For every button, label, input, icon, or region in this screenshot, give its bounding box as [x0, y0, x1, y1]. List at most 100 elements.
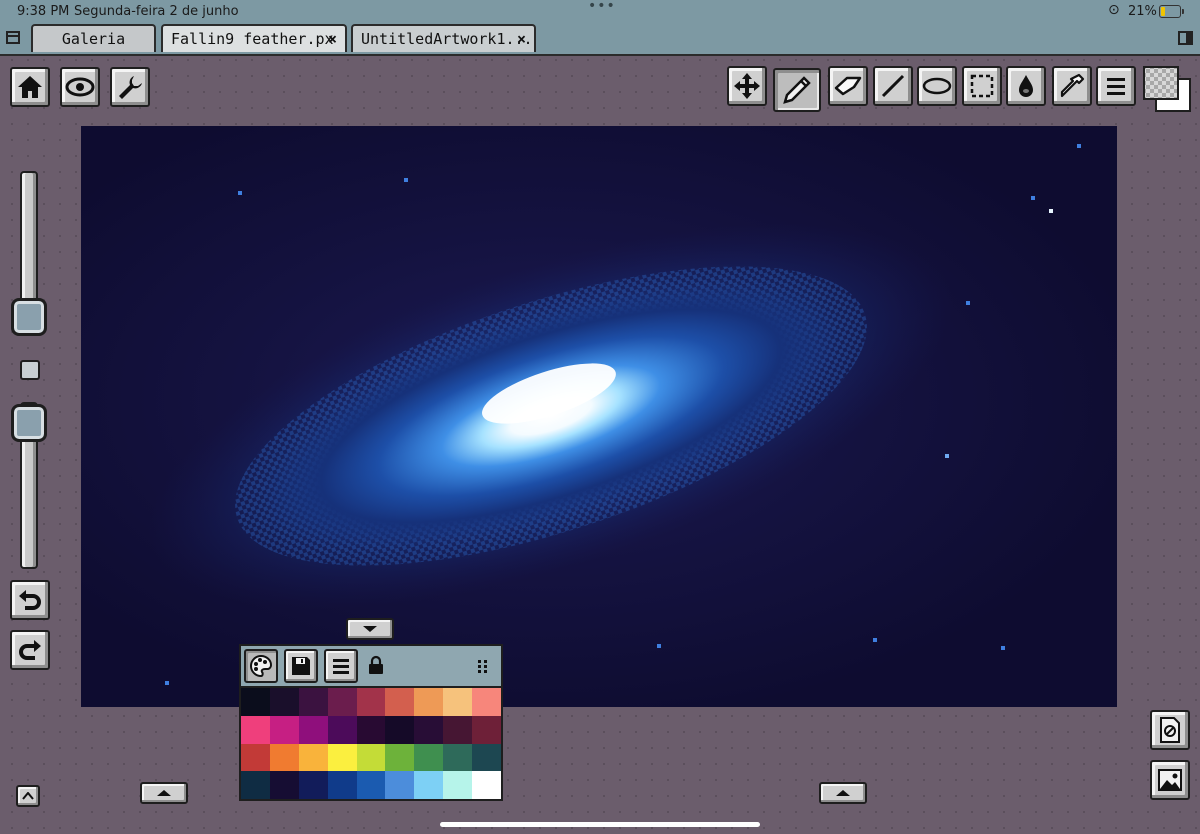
color-swatch[interactable] — [414, 715, 444, 744]
status-bar: 9:38 PM Segunda-feira 2 de junho ••• ⊙ 2… — [0, 0, 1200, 24]
move-tool-button[interactable] — [727, 66, 767, 106]
color-swatch[interactable] — [241, 771, 270, 799]
tab-bar: Galeria Fallin9 feather.px × UntitledArt… — [0, 24, 1200, 56]
color-swatch[interactable] — [472, 743, 501, 772]
drawing-canvas[interactable] — [81, 126, 1117, 707]
image-button[interactable] — [1150, 760, 1190, 800]
grip-icon[interactable] — [477, 659, 489, 673]
color-swatch[interactable] — [298, 715, 328, 744]
color-swatch[interactable] — [269, 688, 299, 716]
fill-tool-button[interactable] — [1006, 66, 1046, 106]
brush-size-slider[interactable] — [20, 171, 38, 311]
home-icon — [18, 76, 42, 98]
palette-select-button[interactable] — [244, 649, 278, 683]
tab-file-falling-feather[interactable]: Fallin9 feather.px × — [161, 24, 347, 52]
palette-menu-button[interactable] — [324, 649, 358, 683]
color-swatch[interactable] — [385, 771, 415, 799]
layers-color-button[interactable] — [1142, 65, 1192, 113]
redo-button[interactable] — [10, 630, 50, 670]
eraser-tool-button[interactable] — [828, 66, 868, 106]
color-swatch[interactable] — [414, 688, 444, 716]
palette-swatch-grid — [241, 686, 501, 799]
multitasking-dots-icon[interactable]: ••• — [588, 0, 616, 14]
color-swatch[interactable] — [414, 743, 444, 772]
color-swatch[interactable] — [269, 715, 299, 744]
lock-icon[interactable] — [368, 655, 384, 675]
star — [1031, 196, 1035, 200]
color-swatch[interactable] — [327, 715, 357, 744]
star — [1049, 209, 1053, 213]
color-swatch[interactable] — [443, 688, 473, 716]
menu-icon — [1107, 78, 1125, 95]
color-swatch[interactable] — [414, 771, 444, 799]
home-button[interactable] — [10, 67, 50, 107]
color-swatch[interactable] — [472, 771, 501, 799]
brush-preview-square[interactable] — [20, 360, 40, 380]
eraser-icon — [834, 76, 862, 96]
status-date: Segunda-feira 2 de junho — [74, 4, 239, 19]
color-swatch[interactable] — [327, 743, 357, 772]
color-swatch[interactable] — [443, 771, 473, 799]
color-swatch[interactable] — [443, 743, 473, 772]
ellipse-icon — [922, 77, 952, 95]
eyedropper-tool-button[interactable] — [1052, 66, 1092, 106]
color-swatch[interactable] — [269, 743, 299, 772]
window-icon[interactable] — [6, 31, 20, 44]
star — [657, 644, 661, 648]
color-swatch[interactable] — [241, 688, 270, 716]
color-swatch[interactable] — [385, 743, 415, 772]
chevron-up-icon — [22, 792, 34, 800]
color-swatch[interactable] — [298, 743, 328, 772]
close-icon[interactable]: × — [517, 26, 526, 52]
expand-panel-button[interactable] — [140, 782, 188, 804]
color-swatch[interactable] — [385, 688, 415, 716]
opacity-handle[interactable] — [11, 404, 47, 442]
tab-gallery[interactable]: Galeria — [31, 24, 156, 52]
color-swatch[interactable] — [327, 771, 357, 799]
pencil-tool-button[interactable] — [773, 68, 821, 112]
ellipse-tool-button[interactable] — [917, 66, 957, 106]
collapse-palette-button[interactable] — [346, 618, 394, 640]
palette-save-button[interactable] — [284, 649, 318, 683]
battery-percent: 21% — [1128, 4, 1157, 19]
menu-button[interactable] — [1096, 66, 1136, 106]
color-swatch[interactable] — [269, 771, 299, 799]
sidebar-toggle-icon[interactable] — [1178, 31, 1193, 45]
star — [1077, 144, 1081, 148]
undo-icon — [19, 590, 41, 610]
fill-bucket-icon — [1019, 75, 1033, 97]
home-indicator[interactable] — [440, 822, 760, 827]
star — [1001, 646, 1005, 650]
line-tool-button[interactable] — [873, 66, 913, 106]
brush-size-handle[interactable] — [11, 298, 47, 336]
color-swatch[interactable] — [298, 771, 328, 799]
color-swatch[interactable] — [356, 743, 386, 772]
color-swatch[interactable] — [356, 771, 386, 799]
color-swatch[interactable] — [472, 688, 501, 716]
color-swatch[interactable] — [241, 743, 270, 772]
rotation-lock-icon: ⊙ — [1108, 2, 1120, 18]
tab-label: UntitledArtwork1... — [361, 30, 533, 48]
color-swatch[interactable] — [356, 688, 386, 716]
tab-file-untitled-artwork[interactable]: UntitledArtwork1... × — [351, 24, 536, 52]
selection-tool-button[interactable] — [962, 66, 1002, 106]
color-swatch[interactable] — [443, 715, 473, 744]
color-swatch[interactable] — [356, 715, 386, 744]
color-swatch[interactable] — [472, 715, 501, 744]
battery-icon — [1159, 5, 1184, 18]
color-swatch[interactable] — [241, 715, 270, 744]
undo-button[interactable] — [10, 580, 50, 620]
line-icon — [881, 74, 905, 98]
expand-panel-button[interactable] — [819, 782, 867, 804]
chevron-up-icon — [157, 790, 171, 796]
color-swatch[interactable] — [298, 688, 328, 716]
settings-button[interactable] — [110, 67, 150, 107]
reference-button[interactable] — [1150, 710, 1190, 750]
color-swatch[interactable] — [327, 688, 357, 716]
preview-button[interactable] — [60, 67, 100, 107]
color-swatch[interactable] — [385, 715, 415, 744]
color-palette-panel — [239, 644, 503, 801]
expand-left-button[interactable] — [16, 785, 40, 807]
close-icon[interactable]: × — [328, 26, 337, 52]
palette-icon — [250, 654, 272, 678]
